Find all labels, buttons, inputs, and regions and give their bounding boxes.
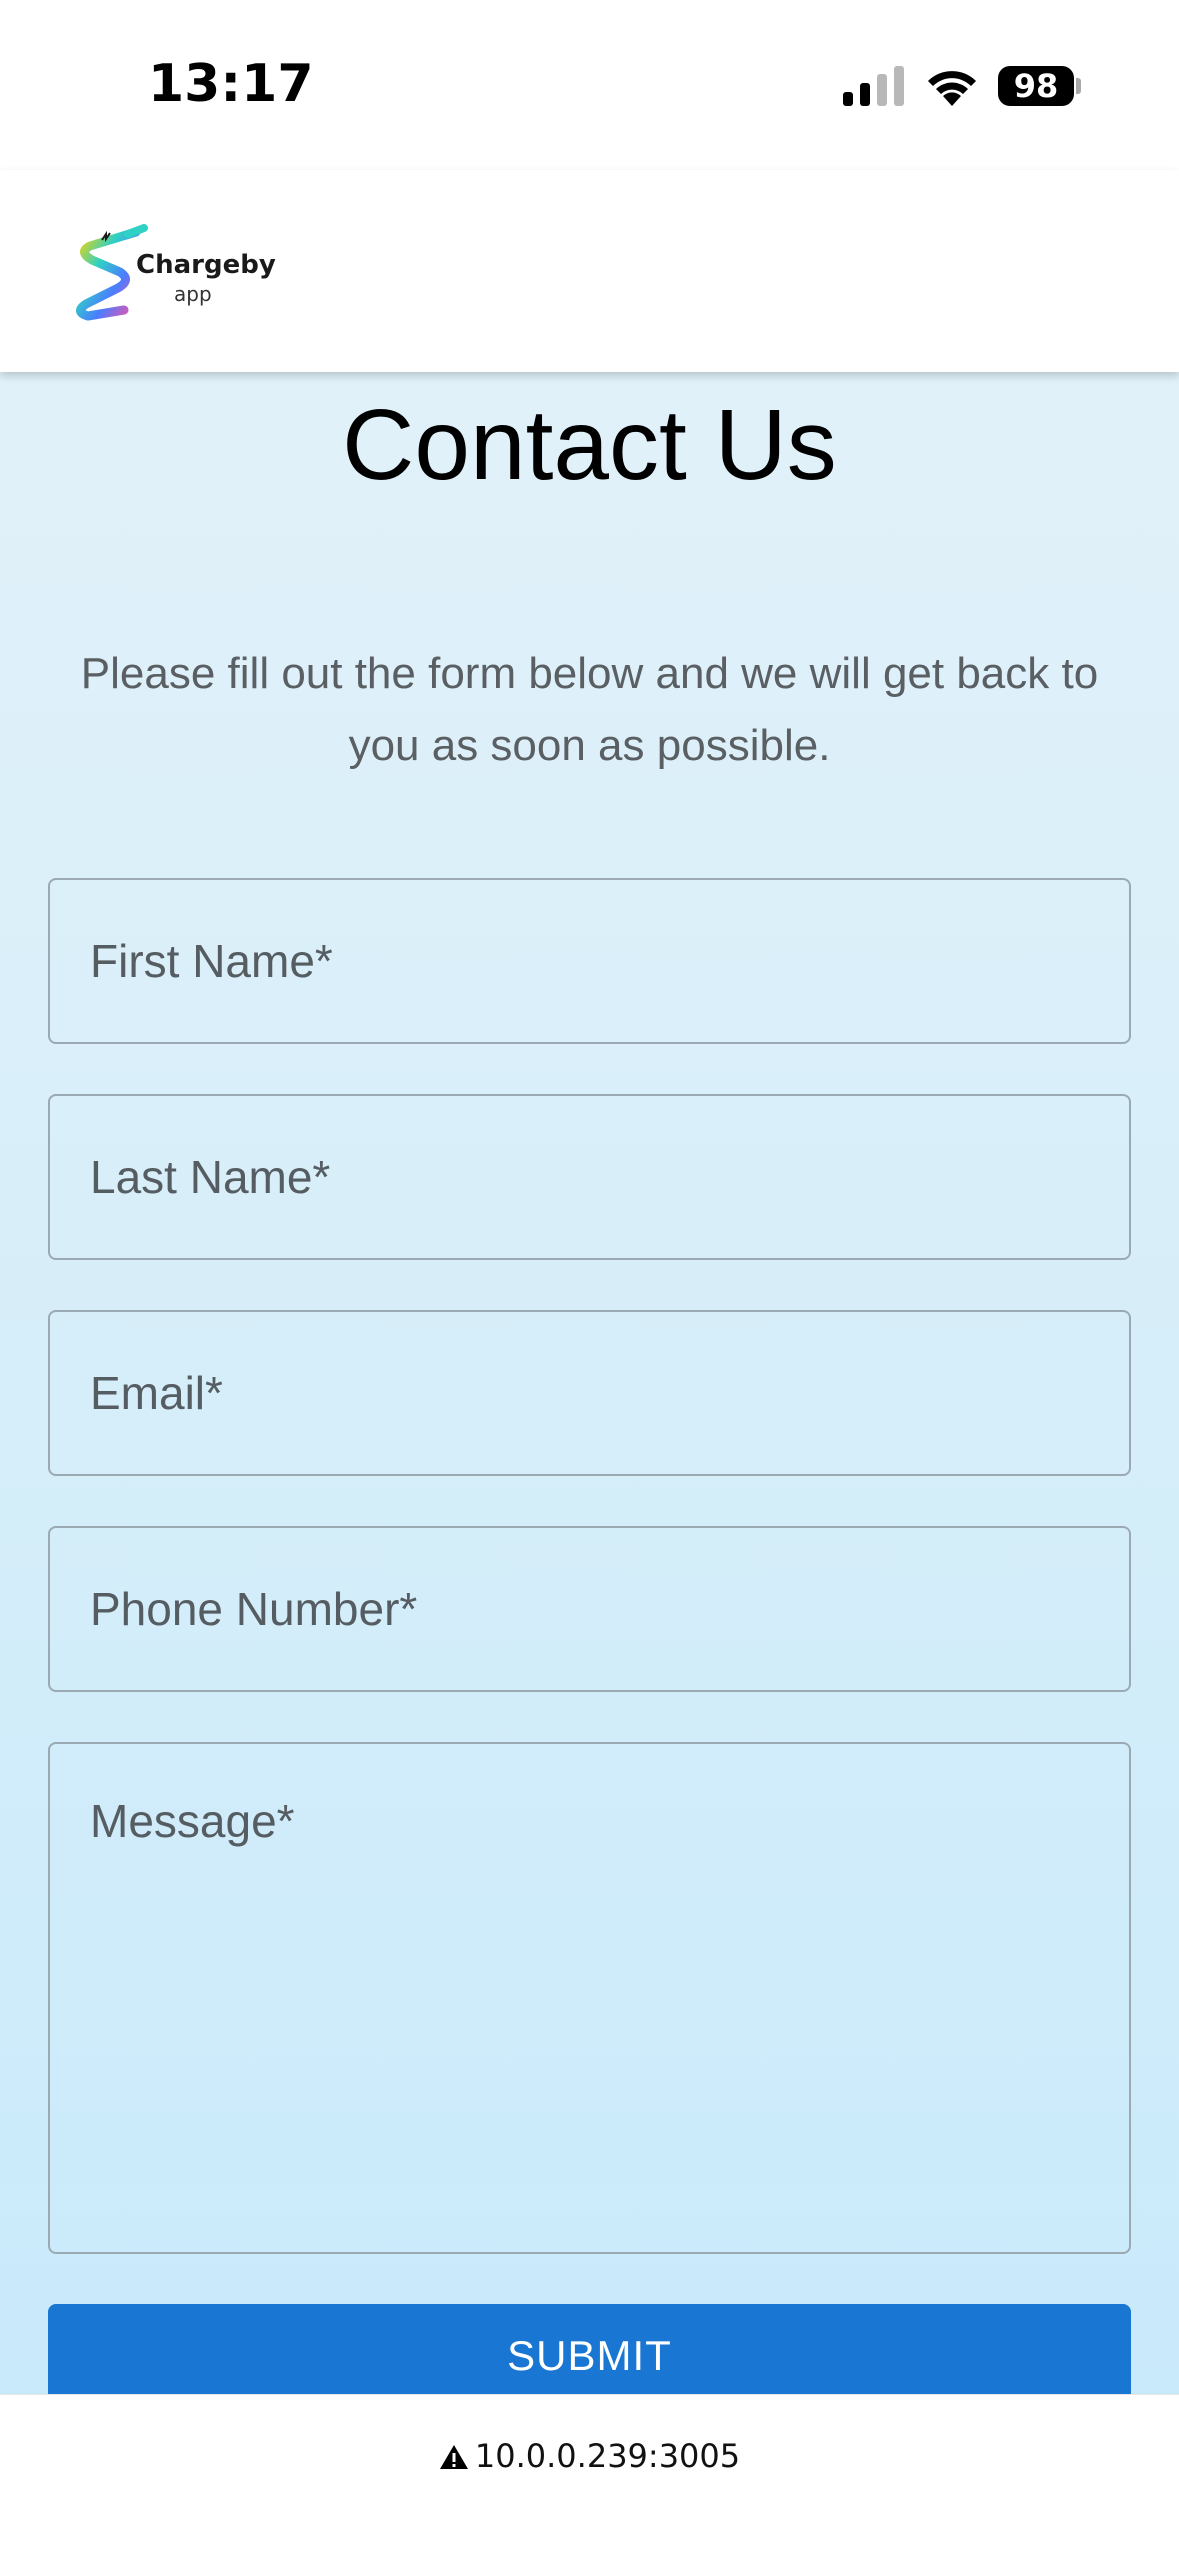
wifi-icon — [928, 71, 976, 106]
url-display[interactable]: 10.0.0.239:3005 — [0, 2437, 1179, 2475]
page-title: Contact Us — [342, 389, 837, 501]
url-text: 10.0.0.239:3005 — [474, 2437, 741, 2475]
phone-number-field[interactable]: Phone Number* — [48, 1526, 1131, 1692]
message-placeholder: Message* — [90, 1795, 295, 1847]
first-name-placeholder: First Name* — [90, 935, 333, 987]
last-name-placeholder: Last Name* — [90, 1151, 331, 1203]
phone-placeholder: Phone Number* — [90, 1583, 418, 1635]
app-header: Chargeby app — [0, 170, 1179, 372]
cellular-signal-icon — [843, 66, 904, 106]
app-logo[interactable]: Chargeby app — [70, 224, 276, 334]
warning-triangle-icon — [439, 2445, 468, 2469]
email-field[interactable]: Email* — [48, 1310, 1131, 1476]
browser-address-bar[interactable]: 10.0.0.239:3005 — [0, 2394, 1179, 2556]
battery-cap — [1076, 78, 1081, 94]
message-field[interactable]: Message* — [48, 1742, 1131, 2254]
status-bar: 13:17 98 — [0, 0, 1179, 170]
contact-content: Contact Us Please fill out the form belo… — [0, 372, 1179, 2394]
logo-subtitle: app — [174, 282, 212, 306]
logo-name: Chargeby — [136, 250, 276, 280]
status-time: 13:17 — [148, 54, 314, 114]
battery-level: 98 — [1013, 67, 1059, 105]
screen: 13:17 98 Chargeby app Contact Us Please … — [0, 0, 1179, 2556]
email-placeholder: Email* — [90, 1367, 223, 1419]
page-subtitle: Please fill out the form below and we wi… — [80, 649, 1099, 770]
first-name-field[interactable]: First Name* — [48, 878, 1131, 1044]
submit-button[interactable]: SUBMIT — [48, 2304, 1131, 2394]
last-name-field[interactable]: Last Name* — [48, 1094, 1131, 1260]
battery-indicator: 98 — [998, 66, 1074, 106]
